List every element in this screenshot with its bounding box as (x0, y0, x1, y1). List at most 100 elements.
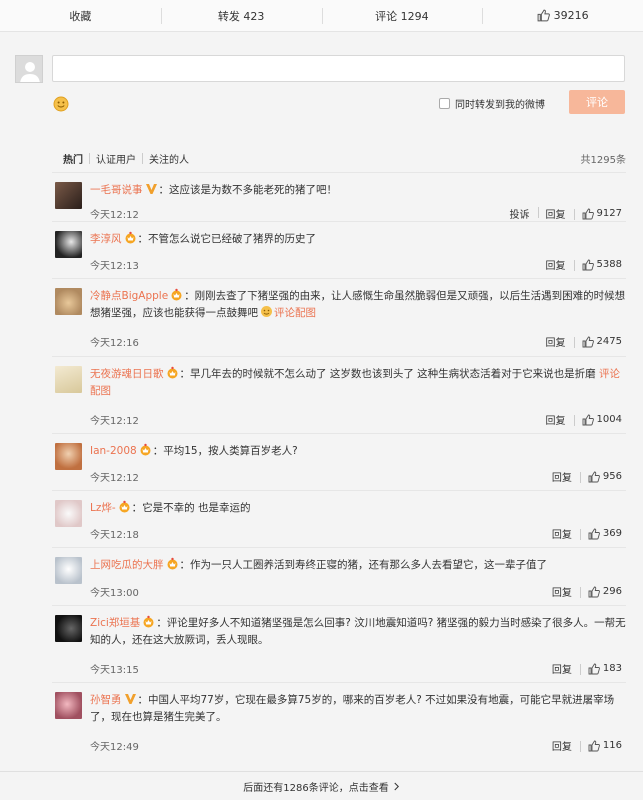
chevron-right-icon (394, 782, 399, 790)
comment-actions: 回复 956 (544, 469, 622, 484)
avatar[interactable] (55, 500, 82, 527)
timestamp: 今天12:12 (90, 416, 139, 427)
avatar[interactable] (55, 443, 82, 470)
like-button[interactable]: 39216 (482, 0, 643, 31)
comment-input[interactable] (52, 55, 625, 82)
timestamp: 今天12:13 (90, 261, 139, 272)
username[interactable]: 上网吃瓜的大胖 (90, 559, 164, 571)
comment-text: Zici郑垣基 ：评论里好多人不知道猪坚强是怎么回事? 汶川地震知道吗? 猪坚强的… (90, 615, 626, 646)
favorite-button[interactable]: 收藏 (0, 0, 161, 31)
thumbs-up-icon (588, 586, 600, 597)
comment-label: 评论 1294 (375, 9, 429, 23)
like-button[interactable]: 5388 (573, 259, 622, 271)
comment-text: 一毛哥说事 ：这应该是为数不多能老死的猪了吧！ (90, 184, 337, 196)
avatar[interactable] (55, 182, 82, 209)
comment-button[interactable]: 评论 1294 (321, 0, 483, 31)
comment-actions: 回复 116 (544, 738, 622, 753)
avatar[interactable] (55, 288, 82, 315)
comment-text: 冷静点BigApple ：刚刚去查了下猪坚强的由来，让人感慨生命虽然脆弱但是又顽强… (90, 288, 626, 319)
comment-image-link[interactable]: 评论配图 (274, 307, 316, 319)
repost-button[interactable]: 转发 423 (160, 0, 322, 31)
timestamp: 今天12:49 (90, 742, 139, 753)
like-button[interactable]: 369 (579, 528, 622, 540)
emoji-button[interactable] (53, 96, 69, 112)
like-count: 5388 (596, 259, 622, 270)
comment-actions: 回复 2475 (538, 334, 622, 349)
thumbs-up-icon (588, 471, 600, 482)
load-more-comments[interactable]: 后面还有1286条评论，点击查看 (0, 771, 643, 800)
tab-following[interactable]: 关注的人 (143, 151, 195, 166)
username[interactable]: 李淳风 (90, 233, 122, 245)
like-count: 1004 (596, 414, 622, 425)
username[interactable]: 冷静点BigApple (90, 290, 168, 302)
comment-filter-tabs: 热门 认证用户 关注的人 (63, 151, 195, 166)
avatar[interactable] (55, 366, 82, 393)
like-button[interactable]: 9127 (573, 208, 622, 220)
like-button[interactable]: 2475 (573, 336, 622, 348)
like-button[interactable]: 183 (579, 663, 622, 675)
comment-actions: 回复 183 (544, 661, 622, 676)
reply-button[interactable]: 回复 (544, 469, 580, 484)
tab-verified-users[interactable]: 认证用户 (90, 151, 142, 166)
like-button[interactable]: 956 (579, 471, 622, 483)
reply-button[interactable]: 回复 (544, 738, 580, 753)
like-button[interactable]: 116 (579, 740, 622, 752)
like-button[interactable]: 296 (579, 586, 622, 598)
username[interactable]: Zici郑垣基 (90, 617, 140, 629)
comment-text: Lz烨- ：它是不幸的 也是幸运的 (90, 500, 251, 514)
comment-total: 共1295条 (580, 155, 626, 166)
username[interactable]: 一毛哥说事 (90, 184, 143, 196)
repost-checkbox[interactable] (439, 98, 450, 109)
verified-v-icon (124, 694, 136, 704)
avatar[interactable] (55, 692, 82, 719)
reply-button[interactable]: 回复 (537, 206, 574, 221)
thumbs-up-icon (582, 414, 594, 425)
crown-badge-icon (171, 288, 182, 301)
timestamp: 今天12:16 (90, 338, 139, 349)
timestamp: 今天12:12 (90, 210, 139, 221)
avatar[interactable] (55, 615, 82, 642)
repost-option[interactable]: 同时转发到我的微博 (439, 96, 545, 111)
comment-text: 上网吃瓜的大胖 ：作为一只人工圈养活到寿终正寝的猪，还有那么多人去看望它，这一辈子… (90, 557, 547, 571)
timestamp: 今天13:00 (90, 588, 139, 599)
crown-badge-icon (167, 557, 177, 570)
like-count: 9127 (596, 208, 622, 219)
comment-text: Ian-2008 ：平均15，按人类算百岁老人? (90, 443, 298, 457)
username[interactable]: 无夜游魂日日歌 (90, 368, 164, 380)
timestamp: 今天12:18 (90, 530, 139, 541)
verified-v-icon (145, 184, 157, 194)
report-button[interactable]: 投诉 (502, 206, 538, 221)
load-more-label: 后面还有1286条评论，点击查看 (243, 782, 389, 794)
reply-button[interactable]: 回复 (544, 526, 580, 541)
like-count: 369 (602, 528, 622, 539)
thumbs-up-icon (588, 528, 600, 539)
like-button[interactable]: 1004 (573, 414, 622, 426)
submit-comment-button[interactable]: 评论 (569, 90, 625, 114)
reply-button[interactable]: 回复 (544, 584, 580, 599)
timestamp: 今天13:15 (90, 665, 139, 676)
reply-button[interactable]: 回复 (544, 661, 580, 676)
reply-button[interactable]: 回复 (538, 257, 574, 272)
emoji-icon (261, 306, 272, 317)
thumbs-up-icon (582, 208, 594, 219)
comment-item: Zici郑垣基 ：评论里好多人不知道猪坚强是怎么回事? 汶川地震知道吗? 猪坚强的… (52, 605, 626, 682)
avatar[interactable] (55, 557, 82, 584)
comment-text: 李淳风 ：不管怎么说它已经破了猪界的历史了 (90, 231, 316, 245)
username[interactable]: Ian-2008 (90, 445, 137, 457)
tab-hot[interactable]: 热门 (63, 151, 89, 166)
reply-button[interactable]: 回复 (538, 334, 574, 349)
reply-button[interactable]: 回复 (538, 412, 574, 427)
username[interactable]: Lz烨- (90, 502, 116, 514)
avatar[interactable] (55, 231, 82, 258)
comment-actions: 回复 369 (544, 526, 622, 541)
crown-badge-icon (140, 443, 151, 456)
comment-actions: 回复 1004 (538, 412, 622, 427)
comment-item: 上网吃瓜的大胖 ：作为一只人工圈养活到寿终正寝的猪，还有那么多人去看望它，这一辈子… (52, 547, 626, 605)
favorite-label: 收藏 (69, 9, 92, 23)
my-avatar (15, 55, 43, 83)
crown-badge-icon (143, 615, 154, 628)
crown-badge-icon (125, 231, 135, 244)
username[interactable]: 孙智勇 (90, 694, 122, 706)
like-count: 2475 (596, 336, 622, 347)
like-count: 296 (602, 586, 622, 597)
